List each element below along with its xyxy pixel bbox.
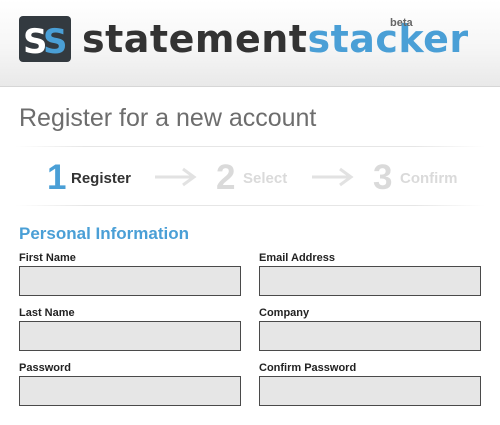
email-field[interactable] xyxy=(259,266,481,296)
last-name-field[interactable] xyxy=(19,321,241,351)
beta-badge: beta xyxy=(390,17,413,29)
step-divider-bottom xyxy=(15,205,485,206)
logo-letter-s2: S xyxy=(43,22,68,62)
last-name-label: Last Name xyxy=(19,307,75,319)
step-2-label: Select xyxy=(243,170,288,187)
confirm-password-label: Confirm Password xyxy=(259,362,357,374)
email-label: Email Address xyxy=(259,252,336,264)
company-label: Company xyxy=(259,307,310,319)
step-1-label: Register xyxy=(71,170,132,187)
arrow-right-icon xyxy=(155,167,197,187)
brand-part-1: statement xyxy=(82,17,308,61)
step-3-label: Confirm xyxy=(400,170,458,187)
confirm-password-field[interactable] xyxy=(259,376,481,406)
brand-part-2: stacker xyxy=(307,17,469,61)
password-label: Password xyxy=(19,362,71,374)
step-indicator: 1 Register 2 Select 3 Confirm xyxy=(0,146,500,206)
section-title: Personal Information xyxy=(19,224,190,243)
step-3-number: 3 xyxy=(373,158,393,197)
password-field[interactable] xyxy=(19,376,241,406)
first-name-field[interactable] xyxy=(19,266,241,296)
arrow-right-icon xyxy=(312,167,354,187)
company-field[interactable] xyxy=(259,321,481,351)
first-name-label: First Name xyxy=(19,252,76,264)
step-2-number: 2 xyxy=(216,158,236,197)
ss-logo-icon[interactable]: S S xyxy=(19,16,71,62)
step-divider-top xyxy=(15,146,485,147)
page-title: Register for a new account xyxy=(19,104,317,132)
step-1-number: 1 xyxy=(47,158,67,197)
header: S S statementstacker beta xyxy=(0,0,500,87)
